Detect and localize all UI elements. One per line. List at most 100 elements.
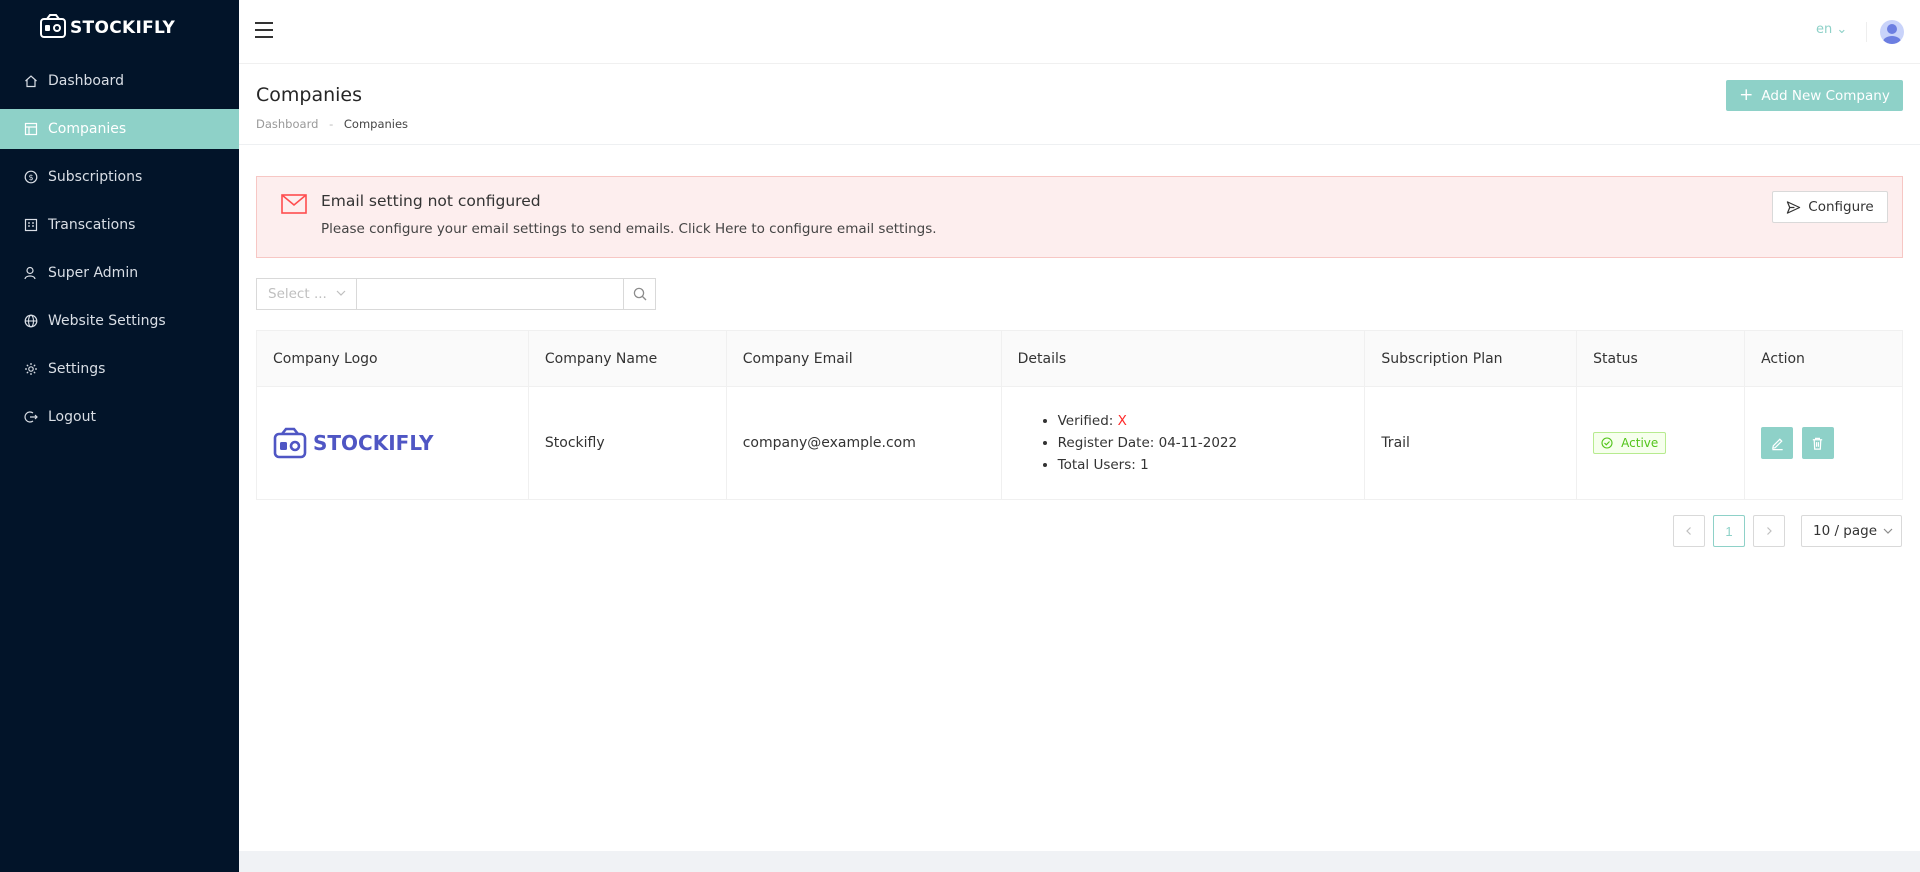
total-users-label: Total Users:: [1057, 457, 1136, 473]
sidebar-item-transactions[interactable]: Transcations: [0, 205, 239, 245]
plus-icon: +: [1739, 85, 1754, 105]
svg-text:$: $: [28, 173, 33, 182]
sidebar-item-label: Transcations: [48, 217, 136, 233]
sidebar-item-logout[interactable]: Logout: [0, 397, 239, 437]
detail-verified: Verified: X: [1058, 410, 1365, 432]
table-row: STOCKIFLY Stockifly company@example.com …: [256, 386, 1903, 500]
sidebar-item-label: Companies: [48, 121, 127, 137]
add-new-company-label: Add New Company: [1761, 87, 1890, 104]
sidebar-item-label: Logout: [48, 409, 96, 425]
verified-value: X: [1117, 413, 1127, 429]
language-selector[interactable]: en ⌄: [1816, 22, 1847, 37]
company-logo-text: STOCKIFLY: [313, 431, 434, 455]
table-header-row: Company Logo Company Name Company Email …: [256, 330, 1903, 387]
register-date-label: Register Date:: [1057, 435, 1155, 451]
sidebar-item-website-settings[interactable]: Website Settings: [0, 301, 239, 341]
configure-button[interactable]: Configure: [1772, 191, 1888, 223]
footer: [239, 851, 1920, 872]
sidebar: STOCKIFLY Dashboard Companies $ Subscrip…: [0, 0, 239, 872]
top-header: en ⌄: [239, 0, 1920, 64]
sidebar-item-dashboard[interactable]: Dashboard: [0, 61, 239, 101]
cell-status: Active: [1576, 386, 1746, 500]
chevron-down-icon: ⌄: [1836, 22, 1848, 37]
page-title: Companies: [256, 84, 363, 106]
sidebar-item-label: Super Admin: [48, 265, 139, 281]
search-icon: [633, 287, 646, 301]
column-header-plan[interactable]: Subscription Plan: [1364, 330, 1578, 387]
details-list: Verified: X Register Date: 04-11-2022 To…: [1018, 410, 1365, 476]
breadcrumb-current: Companies: [343, 117, 409, 131]
page-size-label: 10 / page: [1813, 523, 1878, 539]
dollar-circle-icon: $: [24, 170, 38, 184]
column-header-name[interactable]: Company Name: [528, 330, 727, 387]
sidebar-item-label: Settings: [48, 361, 106, 377]
page-1-button[interactable]: 1: [1713, 515, 1745, 547]
brand-logo[interactable]: STOCKIFLY: [0, 0, 239, 56]
sidebar-item-companies[interactable]: Companies: [0, 109, 239, 149]
prev-page-button[interactable]: [1673, 515, 1705, 547]
sidebar-item-subscriptions[interactable]: $ Subscriptions: [0, 157, 239, 197]
column-header-details[interactable]: Details: [1001, 330, 1366, 387]
pagination: 1 10 / page: [1673, 515, 1902, 547]
email-alert: Email setting not configured Please conf…: [256, 176, 1903, 258]
cell-details: Verified: X Register Date: 04-11-2022 To…: [1001, 386, 1366, 500]
sidebar-item-label: Website Settings: [48, 313, 166, 329]
cell-company-name: Stockifly: [528, 386, 727, 500]
menu-toggle-icon[interactable]: [255, 22, 273, 38]
company-logo: STOCKIFLY: [273, 427, 528, 459]
next-page-button[interactable]: [1753, 515, 1785, 547]
sidebar-item-settings[interactable]: Settings: [0, 349, 239, 389]
cell-actions: [1744, 386, 1903, 500]
total-users-value: 1: [1140, 457, 1149, 473]
sidebar-item-label: Subscriptions: [48, 169, 143, 185]
sidebar-menu: Dashboard Companies $ Subscriptions Tran…: [0, 61, 239, 437]
column-header-action[interactable]: Action: [1744, 330, 1903, 387]
header-divider: [1866, 22, 1867, 42]
sidebar-item-label: Dashboard: [48, 73, 124, 89]
search-field-select[interactable]: Select ...: [256, 278, 356, 310]
page-size-select[interactable]: 10 / page: [1801, 515, 1902, 547]
column-header-status[interactable]: Status: [1576, 330, 1746, 387]
add-new-company-button[interactable]: + Add New Company: [1726, 80, 1903, 111]
status-badge: Active: [1593, 432, 1667, 454]
language-label: en: [1816, 22, 1833, 37]
search-bar: Select ...: [256, 278, 656, 310]
breadcrumb-separator: -: [329, 117, 334, 131]
user-icon: [24, 266, 38, 280]
search-button[interactable]: [624, 278, 656, 310]
breadcrumb-link-dashboard[interactable]: Dashboard: [256, 117, 318, 131]
home-icon: [24, 74, 38, 88]
chevron-left-icon: [1686, 527, 1691, 535]
cell-subscription-plan: Trail: [1364, 386, 1578, 500]
select-placeholder: Select ...: [268, 286, 327, 302]
breadcrumb: Dashboard - Companies: [256, 117, 408, 131]
delete-button[interactable]: [1801, 427, 1834, 459]
check-circle-icon: [1601, 437, 1613, 449]
chevron-down-icon: [336, 290, 346, 296]
search-input[interactable]: [356, 278, 624, 310]
main-content: Email setting not configured Please conf…: [239, 145, 1920, 851]
mail-icon: [281, 194, 307, 214]
cell-company-logo: STOCKIFLY: [256, 386, 529, 500]
avatar[interactable]: [1880, 20, 1904, 44]
column-header-email[interactable]: Company Email: [726, 330, 1002, 387]
chevron-right-icon: [1767, 527, 1772, 535]
column-header-logo[interactable]: Company Logo: [256, 330, 529, 387]
edit-icon: [1771, 437, 1783, 450]
brand-name: STOCKIFLY: [70, 18, 176, 38]
logout-icon: [24, 410, 38, 424]
cell-company-email: company@example.com: [726, 386, 1002, 500]
receipt-icon: [24, 218, 38, 232]
edit-button[interactable]: [1761, 427, 1794, 459]
detail-register-date: Register Date: 04-11-2022: [1058, 432, 1365, 454]
verified-label: Verified:: [1057, 413, 1114, 429]
sidebar-item-super-admin[interactable]: Super Admin: [0, 253, 239, 293]
globe-icon: [24, 314, 38, 328]
page-header: Companies Dashboard - Companies + Add Ne…: [239, 64, 1920, 145]
chevron-down-icon: [1883, 528, 1893, 534]
logo-icon: [40, 14, 66, 42]
detail-total-users: Total Users: 1: [1058, 454, 1365, 476]
trash-icon: [1812, 437, 1823, 450]
send-icon: [1787, 200, 1801, 214]
companies-table: Company Logo Company Name Company Email …: [256, 330, 1903, 500]
